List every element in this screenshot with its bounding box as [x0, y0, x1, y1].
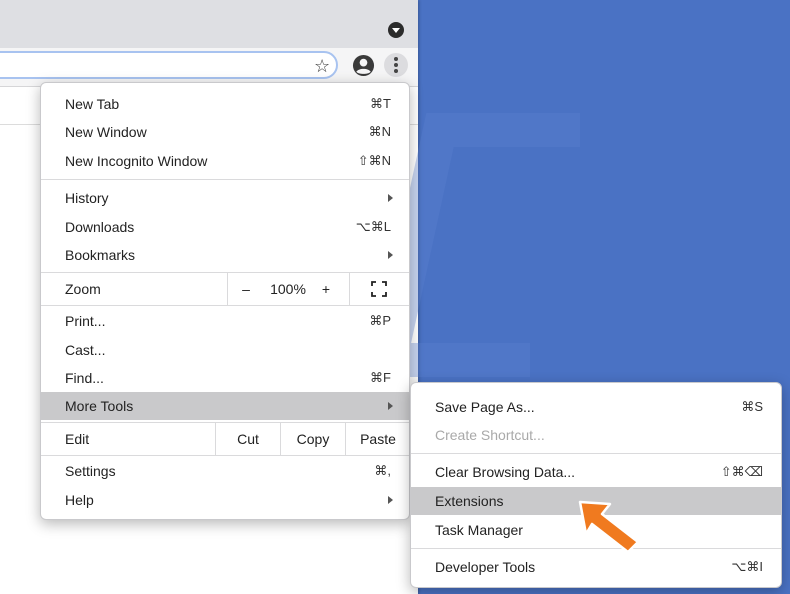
menu-item-label: Bookmarks — [65, 247, 136, 263]
tab-strip — [0, 0, 418, 48]
menu-item-label: Save Page As... — [435, 399, 535, 415]
menu-item-label: Print... — [65, 313, 106, 329]
fullscreen-icon[interactable] — [371, 281, 387, 297]
menu-item-label: More Tools — [65, 398, 134, 414]
menu-item-shortcut: ⌘S — [741, 399, 763, 414]
menu-item-label: New Window — [65, 124, 147, 140]
more-tools-submenu: Save Page As... ⌘S Create Shortcut... Cl… — [410, 382, 782, 588]
menu-item-shortcut: ⇧⌘⌫ — [720, 464, 763, 479]
edit-label: Edit — [65, 431, 90, 447]
bookmark-star-icon[interactable]: ☆ — [314, 56, 330, 76]
pointer-arrow-icon — [578, 500, 640, 554]
menu-item-shortcut: ⌥⌘I — [731, 559, 763, 574]
submenu-item-clear-browsing-data[interactable]: Clear Browsing Data... ⇧⌘⌫ — [411, 458, 781, 486]
menu-item-print[interactable]: Print... ⌘P — [41, 307, 409, 335]
zoom-divider — [349, 273, 350, 305]
menu-item-new-incognito-window[interactable]: New Incognito Window ⇧⌘N — [41, 147, 409, 175]
menu-item-shortcut: ⌘F — [370, 370, 391, 385]
menu-item-label: Find... — [65, 370, 104, 386]
menu-separator — [411, 453, 781, 454]
menu-item-label: Task Manager — [435, 522, 523, 538]
copy-button[interactable]: Copy — [281, 431, 345, 447]
zoom-row: Zoom – 100% + — [41, 273, 409, 305]
menu-item-settings[interactable]: Settings ⌘, — [41, 457, 409, 485]
menu-item-shortcut: ⌘P — [369, 313, 391, 328]
menu-item-label: Settings — [65, 463, 116, 479]
submenu-arrow-icon — [388, 194, 393, 202]
submenu-arrow-icon — [388, 496, 393, 504]
menu-item-shortcut: ⌘, — [374, 463, 391, 478]
submenu-item-save-page-as[interactable]: Save Page As... ⌘S — [411, 393, 781, 421]
menu-separator — [41, 305, 409, 306]
chrome-main-menu: New Tab ⌘T New Window ⌘N New Incognito W… — [40, 82, 410, 520]
submenu-arrow-icon — [388, 251, 393, 259]
kebab-menu-icon[interactable] — [384, 53, 408, 77]
edit-row: Edit Cut Copy Paste — [41, 423, 409, 455]
menu-item-bookmarks[interactable]: Bookmarks — [41, 241, 409, 269]
tab-search-icon[interactable] — [388, 22, 404, 38]
menu-item-find[interactable]: Find... ⌘F — [41, 364, 409, 392]
menu-item-downloads[interactable]: Downloads ⌥⌘L — [41, 213, 409, 241]
menu-item-label: Clear Browsing Data... — [435, 464, 576, 480]
submenu-arrow-icon — [388, 402, 393, 410]
menu-item-label: Extensions — [435, 493, 504, 509]
zoom-level: 100% — [270, 281, 306, 297]
menu-item-shortcut: ⇧⌘N — [357, 153, 391, 168]
menu-item-label: Developer Tools — [435, 559, 536, 575]
menu-item-label: Downloads — [65, 219, 135, 235]
menu-item-label: History — [65, 190, 109, 206]
paste-button[interactable]: Paste — [346, 431, 409, 447]
menu-item-shortcut: ⌘T — [370, 96, 391, 111]
menu-item-more-tools[interactable]: More Tools — [41, 392, 409, 420]
menu-item-shortcut: ⌘N — [368, 124, 391, 139]
submenu-item-developer-tools[interactable]: Developer Tools ⌥⌘I — [411, 553, 781, 581]
zoom-in-button[interactable]: + — [317, 281, 335, 297]
menu-item-cast[interactable]: Cast... — [41, 336, 409, 364]
menu-item-new-window[interactable]: New Window ⌘N — [41, 118, 409, 146]
menu-item-shortcut: ⌥⌘L — [355, 219, 391, 234]
cut-button[interactable]: Cut — [216, 431, 280, 447]
zoom-out-button[interactable]: – — [237, 281, 255, 297]
menu-item-label: Cast... — [65, 342, 106, 358]
submenu-item-create-shortcut: Create Shortcut... — [411, 421, 781, 449]
menu-item-label: Create Shortcut... — [435, 427, 545, 443]
menu-item-label: New Incognito Window — [65, 153, 208, 169]
menu-separator — [41, 179, 409, 180]
menu-separator — [41, 455, 409, 456]
menu-item-label: New Tab — [65, 96, 120, 112]
menu-item-label: Help — [65, 492, 94, 508]
zoom-label: Zoom — [65, 281, 101, 297]
profile-avatar-icon[interactable] — [352, 54, 375, 77]
menu-item-help[interactable]: Help — [41, 486, 409, 514]
menu-item-new-tab[interactable]: New Tab ⌘T — [41, 90, 409, 118]
zoom-divider — [227, 273, 228, 305]
menu-item-history[interactable]: History — [41, 184, 409, 212]
address-bar[interactable] — [0, 51, 338, 79]
